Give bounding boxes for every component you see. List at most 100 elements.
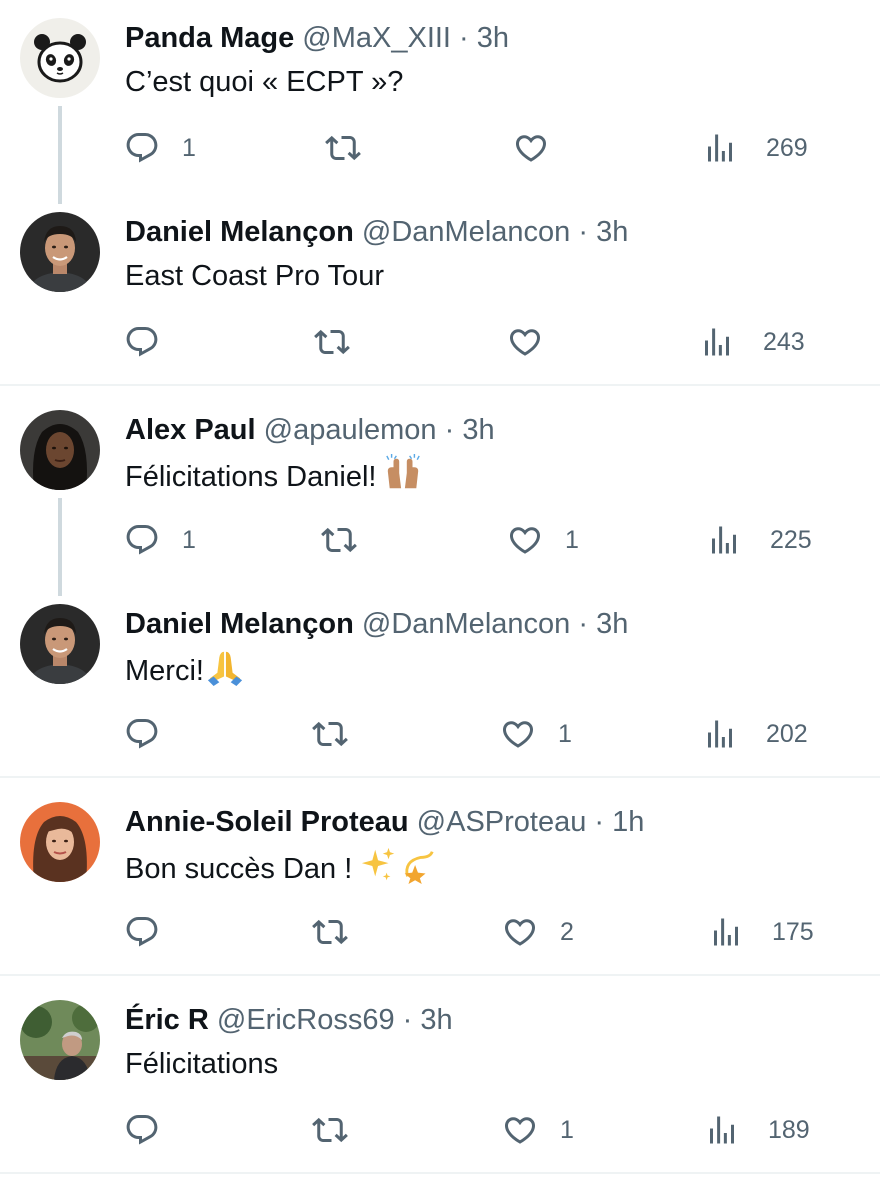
views-button[interactable]: 175 [708,912,814,952]
reply-icon [124,914,160,950]
tweet-text: Merci! [125,648,244,688]
timestamp[interactable]: 3h [420,1004,452,1036]
views-count: 225 [770,525,812,554]
tweet-text: Félicitations Daniel! [125,454,422,494]
author-handle[interactable]: @apaulemon [264,414,437,446]
views-bar-chart-icon [706,522,742,558]
views-button[interactable]: 225 [706,520,812,560]
views-bar-chart-icon [708,914,744,950]
outdoor-portrait-avatar[interactable] [20,1000,100,1080]
timestamp[interactable]: 3h [596,216,628,248]
thread-divider [0,384,880,386]
author-name[interactable]: Daniel Melançon [125,608,354,640]
views-bar-chart-icon [702,130,738,166]
like-button[interactable] [513,128,549,168]
like-button[interactable]: 2 [502,912,574,952]
retweet-button[interactable] [321,520,357,560]
retweet-button[interactable] [312,1110,348,1150]
retweet-icon [312,914,348,950]
panda-avatar[interactable] [20,18,100,98]
like-count: 1 [558,719,572,748]
woman-portrait-avatar[interactable] [20,410,100,490]
views-count: 175 [772,917,814,946]
separator-dot: · [570,216,597,248]
folded-hands-emoji [206,648,244,686]
action-bar: 243 [0,322,880,362]
author-name[interactable]: Alex Paul [125,414,256,446]
reply-button[interactable] [124,912,160,952]
author-handle[interactable]: @DanMelancon [362,608,570,640]
raising-hands-emoji [384,454,422,492]
separator-dot: · [570,608,597,640]
reply-icon [124,324,160,360]
heart-icon [500,716,536,752]
reply-button[interactable]: 1 [124,520,196,560]
author-handle[interactable]: @DanMelancon [362,216,570,248]
timestamp[interactable]: 3h [477,22,509,54]
action-bar: 2 175 [0,912,880,952]
author-name[interactable]: Éric R [125,1004,209,1036]
heart-icon [513,130,549,166]
reply-button[interactable] [124,322,160,362]
retweet-icon [312,716,348,752]
reply-icon [124,1112,160,1148]
timestamp[interactable]: 3h [596,608,628,640]
tweet-header: Daniel Melançon @DanMelancon · 3h [125,604,628,644]
tweet-header: Panda Mage @MaX_XIII · 3h [125,18,509,58]
like-button[interactable]: 1 [500,714,572,754]
views-count: 269 [766,133,808,162]
thread-divider [0,1172,880,1174]
views-count: 243 [763,327,805,356]
heart-icon [507,522,543,558]
action-bar: 1 202 [0,714,880,754]
action-bar: 1 189 [0,1110,880,1150]
retweet-button[interactable] [314,322,350,362]
views-bar-chart-icon [702,716,738,752]
retweet-button[interactable] [312,714,348,754]
reply-icon [124,716,160,752]
reply-icon [124,130,160,166]
retweet-button[interactable] [325,128,361,168]
reply-button[interactable] [124,714,160,754]
author-name[interactable]: Daniel Melançon [125,216,354,248]
author-handle[interactable]: @ASProteau [417,806,587,838]
views-bar-chart-icon [699,324,735,360]
timestamp[interactable]: 3h [462,414,494,446]
like-button[interactable]: 1 [502,1110,574,1150]
views-button[interactable]: 189 [704,1110,810,1150]
heart-icon [502,914,538,950]
reply-button[interactable] [124,1110,160,1150]
man-portrait-avatar[interactable] [20,212,100,292]
tweet-text: Félicitations [125,1048,279,1080]
tweet-header: Alex Paul @apaulemon · 3h [125,410,495,450]
separator-dot: · [394,1004,421,1036]
like-button[interactable]: 1 [507,520,579,560]
views-button[interactable]: 243 [699,322,805,362]
like-count: 2 [560,917,574,946]
retweet-icon [314,324,350,360]
separator-dot: · [451,22,477,54]
retweet-icon [321,522,357,558]
views-bar-chart-icon [704,1112,740,1148]
woman-portrait-avatar[interactable] [20,802,100,882]
sparkles-dizzy-emoji [360,846,436,884]
thread-divider [0,974,880,976]
man-portrait-avatar[interactable] [20,604,100,684]
views-button[interactable]: 269 [702,128,808,168]
views-button[interactable]: 202 [702,714,808,754]
tweet-text: East Coast Pro Tour [125,260,384,292]
reply-count: 1 [182,525,196,554]
author-handle[interactable]: @MaX_XIII [302,22,451,54]
like-button[interactable] [507,322,543,362]
thread-divider [0,776,880,778]
separator-dot: · [436,414,463,446]
author-handle[interactable]: @EricRoss69 [217,1004,395,1036]
author-name[interactable]: Panda Mage [125,22,294,54]
retweet-button[interactable] [312,912,348,952]
views-count: 202 [766,719,808,748]
reply-button[interactable]: 1 [124,128,196,168]
heart-icon [502,1112,538,1148]
timestamp[interactable]: 1h [612,806,644,838]
author-name[interactable]: Annie-Soleil Proteau [125,806,409,838]
action-bar: 1 1 225 [0,520,880,560]
